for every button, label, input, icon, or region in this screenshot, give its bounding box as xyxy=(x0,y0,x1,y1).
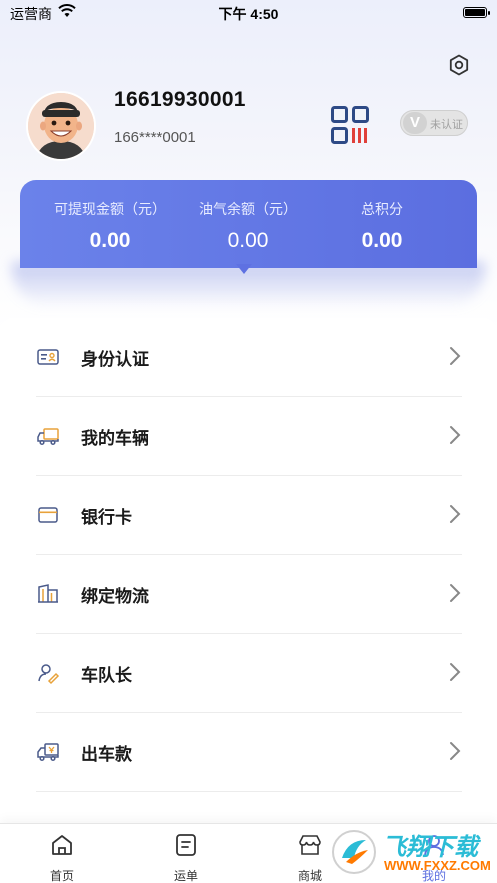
watermark: 飞翔下载 WWW.FXXZ.COM xyxy=(330,823,491,883)
certification-status: 未认证 xyxy=(430,119,463,131)
chevron-right-icon xyxy=(450,663,461,681)
menu-item-label: 绑定物流 xyxy=(81,587,149,606)
building-icon xyxy=(38,584,58,603)
status-bar: 运营商 下午 4:50 xyxy=(0,0,497,26)
menu-item-label: 出车款 xyxy=(81,745,132,764)
store-icon xyxy=(299,835,321,855)
fuel-balance-value: 0.00 xyxy=(227,229,269,252)
chevron-right-icon xyxy=(450,584,461,602)
menu-item-bank-card[interactable]: 银行卡 xyxy=(36,476,462,555)
menu-item-vehicles[interactable]: 我的车辆 xyxy=(36,397,462,476)
payment-truck-icon xyxy=(37,743,59,762)
menu-item-label: 车队长 xyxy=(81,666,132,685)
menu-item-bind-logistics[interactable]: 绑定物流 xyxy=(36,555,462,634)
total-points-label: 总积分 xyxy=(361,201,403,217)
menu-item-identity[interactable]: 身份认证 xyxy=(36,318,462,397)
certification-badge[interactable]: V 未认证 xyxy=(400,110,468,136)
balance-notch xyxy=(236,264,252,274)
divider xyxy=(36,791,462,792)
id-card-icon xyxy=(37,349,59,365)
clock: 下午 4:50 xyxy=(218,6,279,22)
total-points[interactable]: 总积分 0.00 xyxy=(307,199,457,253)
withdrawable-value: 0.00 xyxy=(89,229,131,252)
menu-item-label: 我的车辆 xyxy=(81,429,149,448)
certification-v-icon: V xyxy=(403,112,427,134)
bank-card-icon xyxy=(38,507,58,523)
tab-label: 首页 xyxy=(49,869,74,883)
watermark-url: WWW.FXXZ.COM xyxy=(384,858,491,873)
tab-home[interactable]: 首页 xyxy=(32,832,92,883)
settings-button[interactable] xyxy=(447,53,471,77)
menu-item-label: 身份认证 xyxy=(81,350,149,369)
fuel-balance[interactable]: 油气余额（元） 0.00 xyxy=(173,199,323,253)
waybill-icon xyxy=(176,834,196,856)
menu-item-fleet-captain[interactable]: 车队长 xyxy=(36,634,462,713)
total-points-value: 0.00 xyxy=(361,229,403,252)
home-icon xyxy=(52,835,72,855)
watermark-logo-icon xyxy=(332,830,376,874)
qr-code-button[interactable] xyxy=(331,106,369,144)
tab-waybill[interactable]: 运单 xyxy=(156,832,216,883)
battery-icon xyxy=(463,7,490,18)
chevron-right-icon xyxy=(450,347,461,365)
withdrawable-label: 可提现金额（元） xyxy=(54,201,166,217)
avatar[interactable] xyxy=(28,93,94,159)
fuel-balance-label: 油气余额（元） xyxy=(199,201,297,217)
user-phone: 16619930001 xyxy=(114,88,246,111)
withdrawable-amount[interactable]: 可提现金额（元） 0.00 xyxy=(35,199,185,253)
captain-icon xyxy=(38,664,60,685)
chevron-right-icon xyxy=(450,505,461,523)
tab-label: 运单 xyxy=(173,869,198,883)
menu-item-departure-payment[interactable]: 出车款 xyxy=(36,713,462,792)
chevron-right-icon xyxy=(450,742,461,760)
menu-item-label: 银行卡 xyxy=(81,508,132,527)
user-phone-masked: 166****0001 xyxy=(114,129,196,146)
truck-icon xyxy=(37,428,59,446)
qr-code-icon xyxy=(331,106,369,144)
watermark-text: 飞翔下载 xyxy=(382,834,478,861)
gear-icon xyxy=(449,54,469,76)
chevron-right-icon xyxy=(450,426,461,444)
